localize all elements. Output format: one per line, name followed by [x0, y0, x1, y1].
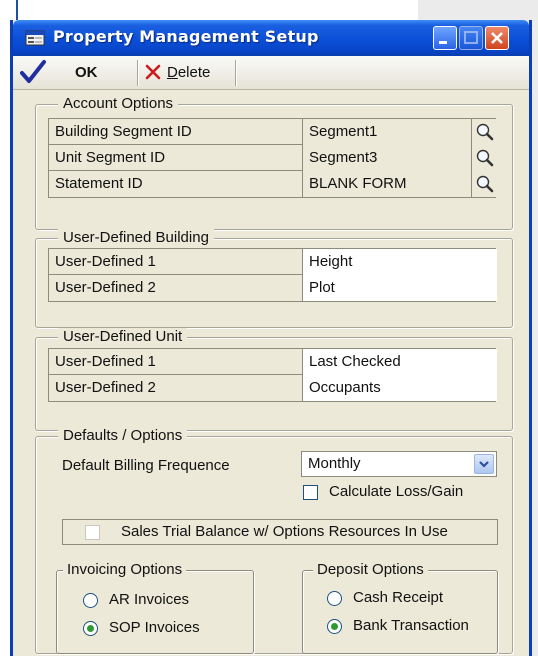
cash-receipt-radio[interactable]: [327, 591, 342, 606]
user-defined-building-group: User-Defined Building User-Defined 1 Hei…: [35, 229, 513, 328]
close-icon: [491, 32, 503, 44]
ok-label: OK: [75, 64, 98, 81]
window-title: Property Management Setup: [53, 27, 319, 46]
user-defined-unit-legend: User-Defined Unit: [58, 328, 188, 346]
ar-invoices-label: AR Invoices: [109, 591, 190, 608]
table-row: Unit Segment ID Segment3: [49, 145, 497, 171]
setup-window-icon: [25, 29, 45, 47]
sales-trial-balance-checkbox[interactable]: [85, 525, 100, 540]
building-segment-field[interactable]: Segment1: [302, 119, 471, 145]
calc-loss-gain-checkbox[interactable]: [303, 485, 318, 500]
sales-trial-balance-label: Sales Trial Balance w/ Options Resources…: [121, 523, 448, 540]
table-row: User-Defined 2 Plot: [49, 275, 497, 301]
maximize-icon: [464, 31, 478, 44]
user-defined-building-table: User-Defined 1 Height User-Defined 2 Plo…: [48, 248, 497, 302]
chevron-down-icon[interactable]: [474, 454, 494, 474]
billing-frequency-label: Default Billing Frequence: [62, 457, 230, 474]
unit-segment-lookup-button[interactable]: [471, 145, 497, 171]
user-defined-unit-group: User-Defined Unit User-Defined 1 Last Ch…: [35, 328, 513, 431]
statement-id-field[interactable]: BLANK FORM: [302, 171, 471, 197]
sop-invoices-radio[interactable]: [83, 621, 98, 636]
table-row: Building Segment ID Segment1: [49, 119, 497, 145]
building-segment-label: Building Segment ID: [55, 123, 192, 140]
building-user-defined-2-label: User-Defined 2: [55, 279, 156, 296]
toolbar: OK Delete: [13, 56, 529, 90]
delete-label-rest: elete: [177, 64, 211, 81]
unit-user-defined-1-field[interactable]: Last Checked: [302, 349, 497, 375]
account-options-table: Building Segment ID Segment1 Unit Segmen…: [48, 118, 497, 198]
delete-label: Delete: [167, 64, 210, 81]
unit-user-defined-2-field[interactable]: Occupants: [302, 375, 497, 401]
bank-transaction-label: Bank Transaction: [353, 617, 469, 634]
title-bar[interactable]: Property Management Setup: [13, 20, 529, 56]
statement-id-lookup-button[interactable]: [471, 171, 497, 197]
invoicing-options-group: Invoicing Options AR Invoices SOP Invoic…: [56, 561, 254, 654]
user-defined-unit-table: User-Defined 1 Last Checked User-Defined…: [48, 348, 497, 402]
table-row: User-Defined 1 Height: [49, 249, 497, 275]
sop-invoices-label: SOP Invoices: [109, 619, 200, 636]
deposit-options-legend: Deposit Options: [313, 561, 428, 579]
sales-trial-balance-box: Sales Trial Balance w/ Options Resources…: [62, 519, 498, 545]
background-strip: [0, 0, 538, 20]
magnifier-lookup-icon: [476, 123, 494, 141]
ar-invoices-radio[interactable]: [83, 593, 98, 608]
x-icon: [145, 64, 161, 80]
toolbar-separator: [137, 60, 138, 86]
unit-user-defined-1-label: User-Defined 1: [55, 353, 156, 370]
unit-segment-label: Unit Segment ID: [55, 149, 166, 166]
account-options-group: Account Options Building Segment ID Segm…: [35, 95, 513, 230]
user-defined-building-legend: User-Defined Building: [58, 229, 214, 247]
setup-window: Property Management Setup OK Delete Acco…: [10, 20, 532, 656]
ok-button[interactable]: OK: [19, 59, 129, 87]
table-row: User-Defined 2 Occupants: [49, 375, 497, 401]
background-line: [16, 0, 18, 20]
bank-transaction-radio[interactable]: [327, 619, 342, 634]
defaults-options-group: Defaults / Options Default Billing Frequ…: [35, 427, 513, 654]
defaults-options-legend: Defaults / Options: [58, 427, 188, 445]
background-gray: [418, 0, 538, 20]
calc-loss-gain-label: Calculate Loss/Gain: [329, 483, 464, 500]
invoicing-options-legend: Invoicing Options: [63, 561, 187, 579]
cash-receipt-label: Cash Receipt: [353, 589, 444, 606]
magnifier-lookup-icon: [476, 149, 494, 167]
building-user-defined-2-field[interactable]: Plot: [302, 275, 497, 301]
deposit-options-group: Deposit Options Cash Receipt Bank Transa…: [302, 561, 498, 654]
checkmark-icon: [20, 60, 46, 83]
magnifier-lookup-icon: [476, 175, 494, 193]
toolbar-separator: [235, 60, 236, 86]
building-segment-lookup-button[interactable]: [471, 119, 497, 145]
unit-segment-field[interactable]: Segment3: [302, 145, 471, 171]
building-user-defined-1-label: User-Defined 1: [55, 253, 156, 270]
unit-user-defined-2-label: User-Defined 2: [55, 379, 156, 396]
table-row: Statement ID BLANK FORM: [49, 171, 497, 197]
close-button[interactable]: [485, 26, 509, 50]
delete-button[interactable]: Delete: [145, 59, 235, 87]
maximize-button[interactable]: [459, 26, 483, 50]
building-user-defined-1-field[interactable]: Height: [302, 249, 497, 275]
statement-id-label: Statement ID: [55, 175, 143, 192]
billing-frequency-value: Monthly: [308, 455, 361, 472]
delete-mnemonic: D: [167, 64, 178, 81]
account-options-legend: Account Options: [58, 95, 179, 113]
table-row: User-Defined 1 Last Checked: [49, 349, 497, 375]
minimize-button[interactable]: [433, 26, 457, 50]
billing-frequency-select[interactable]: Monthly: [301, 451, 497, 477]
minimize-icon: [439, 41, 447, 44]
